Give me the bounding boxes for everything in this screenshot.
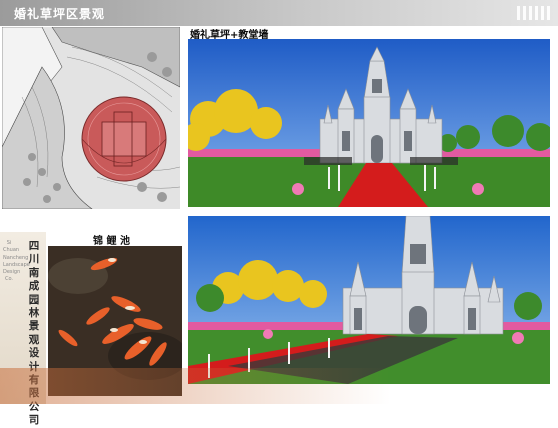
- company-name-en: Si Chuan Nancheng Landscape Design Co.: [3, 240, 30, 283]
- header-stripes: [517, 6, 550, 20]
- wedding-lawn-render-top: [188, 39, 550, 207]
- page-title: 婚礼草坪区景观: [14, 7, 106, 21]
- wedding-lawn-render-bottom: [188, 216, 550, 384]
- footer-accent-band: [0, 368, 558, 404]
- site-plan-image: [2, 27, 180, 209]
- koi-pond-label: 锦 鲤 池: [93, 236, 130, 247]
- header-bar: 婚礼草坪区景观: [0, 0, 558, 26]
